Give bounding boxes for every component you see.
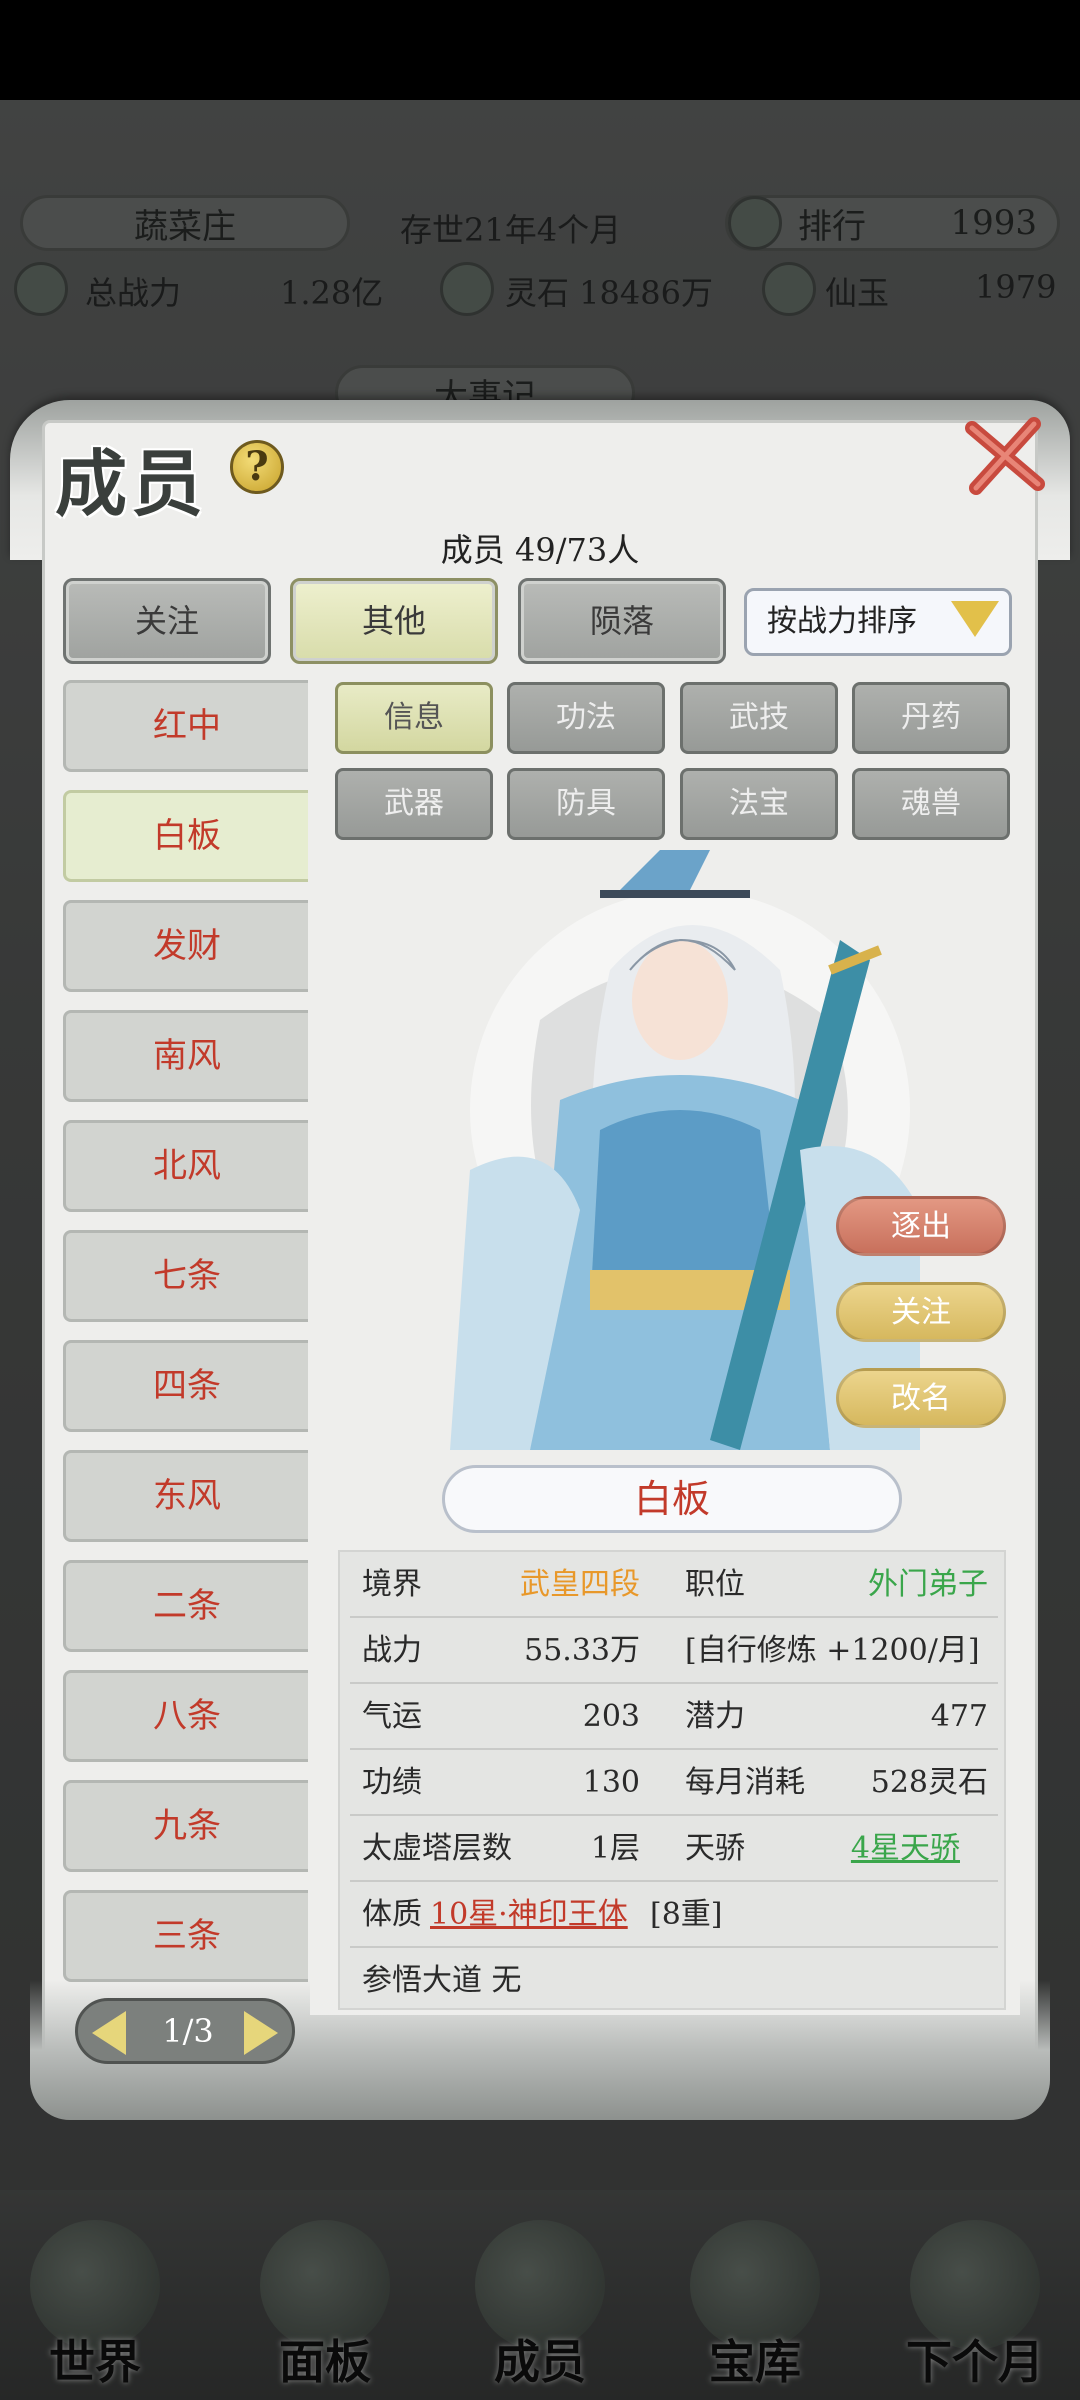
next-page-icon[interactable] [244,2011,278,2055]
member-list-item[interactable]: 白板 [63,790,308,882]
subtab-martial[interactable]: 武技 [680,682,838,754]
member-list-item[interactable]: 二条 [63,1560,308,1652]
physique-label: 体质 [362,1897,422,1932]
potential-label: 潜力 [685,1699,745,1734]
power-value: 55.33万 [524,1633,640,1668]
member-list-item[interactable]: 北风 [63,1120,308,1212]
training-text: [自行修炼 +1200/月] [685,1633,980,1668]
stat-row: 参悟大道 无 [350,1948,998,2014]
position-value: 外门弟子 [868,1567,988,1602]
cost-value: 528灵石 [870,1765,988,1800]
tab-follow[interactable]: 关注 [63,578,271,664]
stats-table: 境界 武皇四段 职位 外门弟子 战力 55.33万 [自行修炼 +1200/月]… [338,1550,1006,2010]
merit-value: 130 [582,1765,640,1800]
tower-value: 1层 [590,1831,640,1866]
rename-button[interactable]: 改名 [836,1368,1006,1428]
character-name: 白板 [442,1465,902,1533]
physique-level: [8重] [650,1897,723,1932]
dao-text: 参悟大道 无 [362,1963,522,1998]
character-portrait [450,850,920,1450]
talent-value[interactable]: 4星天骄 [810,1816,960,1882]
realm-label: 境界 [362,1567,422,1602]
sort-dropdown[interactable]: 按战力排序 [744,588,1012,656]
power-label: 战力 [362,1633,422,1668]
luck-value: 203 [582,1699,640,1734]
stat-row: 战力 55.33万 [自行修炼 +1200/月] [350,1618,998,1684]
help-icon[interactable]: ? [230,440,284,494]
tab-other[interactable]: 其他 [290,578,498,664]
subtab-weapon[interactable]: 武器 [335,768,493,840]
member-list-item[interactable]: 东风 [63,1450,308,1542]
tab-fallen[interactable]: 陨落 [518,578,726,664]
merit-label: 功绩 [362,1765,422,1800]
sort-label: 按战力排序 [767,604,917,639]
modal-title: 成员 [55,441,208,526]
pager: 1/3 [75,1998,295,2064]
position-label: 职位 [685,1567,745,1602]
member-list-item[interactable]: 七条 [63,1230,308,1322]
member-list-item[interactable]: 红中 [63,680,308,772]
expel-button[interactable]: 逐出 [836,1196,1006,1256]
status-bar [0,0,1080,100]
subtab-pills[interactable]: 丹药 [852,682,1010,754]
stat-row: 境界 武皇四段 职位 外门弟子 [350,1552,998,1618]
stat-row: 太虚塔层数 1层 天骄 4星天骄 [350,1816,998,1882]
subtab-info[interactable]: 信息 [335,682,493,754]
physique-value[interactable]: 10星·神印王体 [430,1882,628,1948]
member-list-item[interactable]: 三条 [63,1890,308,1982]
stat-row: 功绩 130 每月消耗 528灵石 [350,1750,998,1816]
talent-label: 天骄 [685,1831,745,1866]
member-count: 成员 49/73人 [440,531,640,569]
page-indicator: 1/3 [162,2012,214,2050]
stat-row: 气运 203 潜力 477 [350,1684,998,1750]
stat-row: 体质 10星·神印王体 [8重] [350,1882,998,1948]
prev-page-icon[interactable] [92,2011,126,2055]
cost-label: 每月消耗 [685,1765,805,1800]
follow-button[interactable]: 关注 [836,1282,1006,1342]
subtab-treasure[interactable]: 法宝 [680,768,838,840]
chevron-down-icon [951,601,999,637]
member-list-item[interactable]: 四条 [63,1340,308,1432]
subtab-soul-beast[interactable]: 魂兽 [852,768,1010,840]
member-list-item[interactable]: 发财 [63,900,308,992]
realm-value: 武皇四段 [520,1567,640,1602]
luck-label: 气运 [362,1699,422,1734]
member-list-item[interactable]: 八条 [63,1670,308,1762]
member-list-item[interactable]: 南风 [63,1010,308,1102]
potential-value: 477 [930,1699,988,1734]
member-list-item[interactable]: 九条 [63,1780,308,1872]
close-icon[interactable] [960,410,1050,500]
subtab-armor[interactable]: 防具 [507,768,665,840]
subtab-skills[interactable]: 功法 [507,682,665,754]
